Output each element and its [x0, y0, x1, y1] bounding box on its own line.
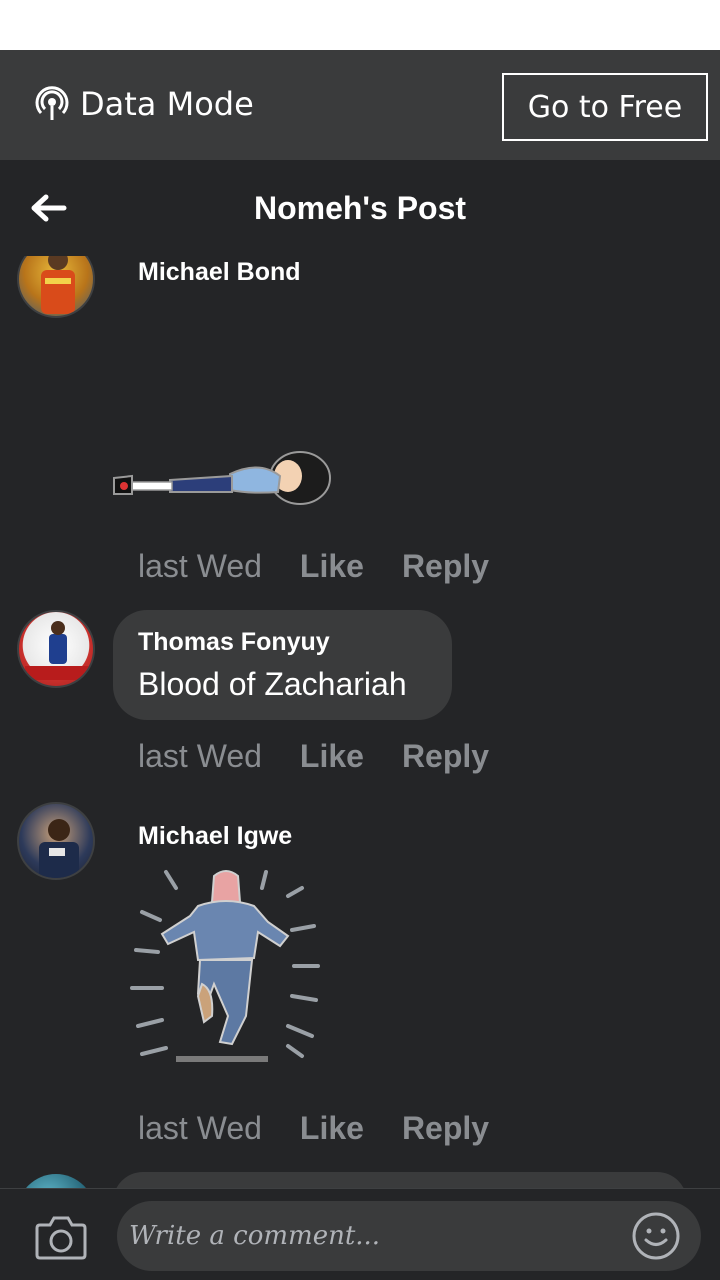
avatar[interactable] [17, 256, 95, 318]
comment-bubble[interactable] [113, 1172, 687, 1188]
page-title: Nomeh's Post [253, 190, 467, 226]
go-to-free-button[interactable]: Go to Free [502, 73, 708, 141]
avatar[interactable] [17, 610, 95, 688]
reply-link[interactable]: Reply [402, 1110, 489, 1147]
running-away-sticker [130, 870, 320, 1062]
comment-composer: Write a comment... [0, 1188, 720, 1280]
comment-item: Michael Igwe last Wed Like Reply [0, 802, 720, 1172]
avatar[interactable] [17, 802, 95, 880]
comment-item: Thomas Fonyuy Blood of Zachariah last We… [0, 610, 720, 790]
smiley-icon[interactable] [631, 1211, 681, 1261]
comment-bubble[interactable]: Thomas Fonyuy Blood of Zachariah [113, 610, 452, 720]
comment-placeholder: Write a comment... [129, 1221, 381, 1251]
comment-time[interactable]: last Wed [138, 738, 262, 775]
comment-actions: last Wed Like Reply [138, 548, 489, 585]
comment-author[interactable]: Thomas Fonyuy [138, 628, 330, 657]
data-mode-indicator: Data Mode [34, 84, 254, 124]
comment-author[interactable]: Michael Igwe [138, 822, 292, 851]
data-mode-banner: Data Mode Go to Free [0, 50, 720, 160]
comment-text: Blood of Zachariah [138, 666, 407, 702]
post-header: Nomeh's Post [0, 160, 720, 256]
comment-time[interactable]: last Wed [138, 1110, 262, 1147]
avatar[interactable] [17, 1174, 95, 1188]
like-link[interactable]: Like [300, 1110, 364, 1147]
reply-link[interactable]: Reply [402, 738, 489, 775]
comment-input[interactable]: Write a comment... [117, 1201, 701, 1271]
data-mode-label: Data Mode [80, 85, 254, 123]
comment-actions: last Wed Like Reply [138, 1110, 489, 1147]
lying-down-sticker [113, 451, 331, 505]
reply-link[interactable]: Reply [402, 548, 489, 585]
broadcast-icon [35, 86, 69, 120]
comment-author[interactable]: Michael Bond [138, 258, 301, 287]
like-link[interactable]: Like [300, 738, 364, 775]
comments-feed[interactable]: Michael Bond last Wed Like Reply Thomas … [0, 256, 720, 1188]
comment-actions: last Wed Like Reply [138, 738, 489, 775]
camera-icon[interactable] [34, 1213, 88, 1261]
status-bar [0, 0, 720, 50]
like-link[interactable]: Like [300, 548, 364, 585]
comment-item: Michael Bond last Wed Like Reply [0, 256, 720, 596]
comment-time[interactable]: last Wed [138, 548, 262, 585]
